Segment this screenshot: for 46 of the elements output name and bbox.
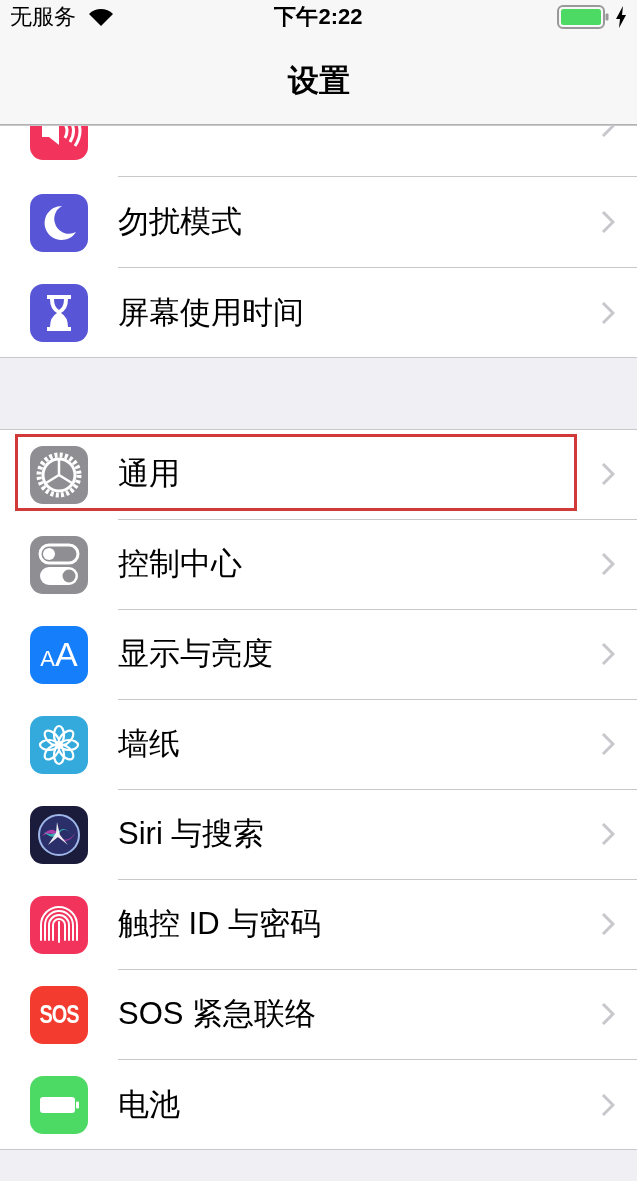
settings-row[interactable]: AA 显示与亮度 [0,609,637,699]
toggles-icon [30,535,88,594]
row-label: SOS 紧急联络 [118,995,317,1033]
row-label: 触控 ID 与密码 [118,905,322,943]
text-size-icon: AA [30,625,88,684]
chevron-icon [601,912,615,936]
clock-text: 下午2:22 [274,3,363,31]
battery-icon [30,1075,88,1134]
sos-icon: SOS [30,985,88,1044]
chevron-icon [601,210,615,234]
chevron-icon [601,642,615,666]
settings-row[interactable]: 电池 [0,1059,637,1149]
chevron-icon [601,300,615,325]
settings-row[interactable]: SOS SOS 紧急联络 [0,969,637,1059]
chevron-icon [601,1092,615,1117]
page-title: 设置 [287,62,350,100]
chevron-icon [601,552,615,576]
hourglass-icon [30,283,88,342]
moon-icon [30,193,88,252]
chevron-icon [601,822,615,846]
settings-row[interactable]: 触控 ID 与密码 [0,879,637,969]
battery-icon [557,5,609,29]
row-label: 屏幕使用时间 [118,293,304,332]
fingerprint-icon [30,895,88,954]
settings-row[interactable]: 控制中心 [0,519,637,609]
settings-row[interactable]: 墙纸 [0,699,637,789]
wifi-icon [88,7,114,27]
row-label: 通用 [118,455,180,493]
carrier-text: 无服务 [10,3,76,31]
row-label: 电池 [118,1085,180,1124]
settings-row[interactable]: 勿扰模式 [0,177,637,267]
row-label: Siri 与搜索 [118,815,265,853]
settings-row[interactable]: Siri 与搜索 [0,789,637,879]
row-label: 墙纸 [118,725,180,763]
flower-icon [30,715,88,774]
chevron-icon [601,462,615,486]
settings-icon [30,445,88,504]
chevron-icon [601,1002,615,1026]
bolt-icon [615,6,627,28]
settings-row[interactable]: 屏幕使用时间 [0,267,637,357]
orb-icon [30,805,88,864]
row-label: 勿扰模式 [118,203,242,241]
row-label: 显示与亮度 [118,635,273,673]
settings-row[interactable]: 通用 [0,430,637,519]
chevron-icon [601,732,615,756]
row-label: 控制中心 [118,545,242,583]
